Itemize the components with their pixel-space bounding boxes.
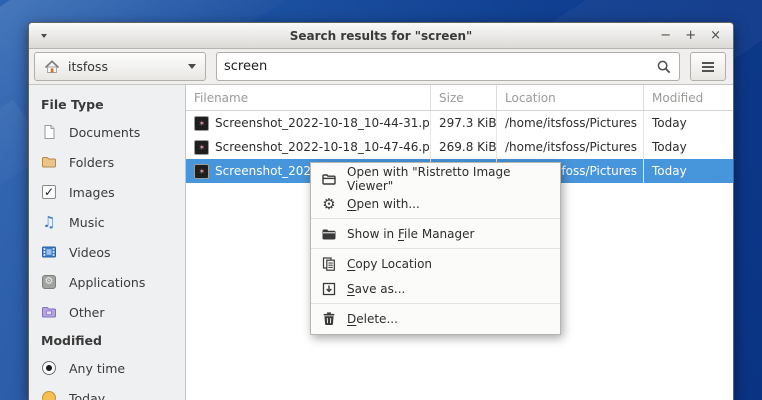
menu-item-label: Open with "Ristretto Image Viewer"	[347, 165, 550, 193]
folder-icon	[41, 154, 57, 170]
column-header-filename[interactable]: Filename	[186, 85, 431, 110]
window-title: Search results for "screen"	[29, 29, 733, 43]
desktop: Search results for "screen" − + × itsfos…	[0, 0, 762, 400]
menu-separator	[311, 218, 560, 219]
table-row[interactable]: Screenshot_2022-10-18_10-47-46.png 269.8…	[186, 135, 733, 159]
column-header-size[interactable]: Size	[431, 85, 497, 110]
menu-item-save-as[interactable]: Save as...	[311, 276, 560, 301]
sidebar-item-folders[interactable]: Folders	[29, 147, 185, 177]
sidebar-item-images[interactable]: ✓ Images	[29, 177, 185, 207]
close-button[interactable]: ×	[710, 29, 721, 42]
sidebar-item-label: Images	[69, 185, 115, 200]
folder-icon	[321, 226, 337, 242]
music-note-icon: ♫	[41, 214, 57, 230]
cell-filename: Screenshot_202	[215, 164, 311, 178]
document-icon	[41, 124, 57, 140]
titlebar[interactable]: Search results for "screen" − + ×	[29, 23, 733, 49]
minimize-button[interactable]: −	[660, 29, 671, 42]
image-thumbnail-icon	[194, 116, 209, 131]
checkbox-checked-icon: ✓	[41, 184, 57, 200]
cell-modified: Today	[644, 159, 733, 183]
filter-sidebar: File Type Documents	[29, 85, 186, 400]
folder-open-icon	[321, 171, 337, 187]
menu-item-label: Show in File Manager	[347, 227, 474, 241]
menu-item-label: Save as...	[347, 282, 405, 296]
image-thumbnail-icon	[194, 164, 209, 179]
sidebar-item-any-time[interactable]: Any time	[29, 353, 185, 383]
menu-item-open-with-ristretto[interactable]: Open with "Ristretto Image Viewer"	[311, 166, 560, 191]
home-icon	[44, 59, 60, 75]
sidebar-item-label: Today	[69, 391, 105, 400]
table-header-row: Filename Size Location Modified	[186, 85, 733, 111]
sidebar-item-label: Applications	[69, 275, 145, 290]
menu-item-label: Open with...	[347, 197, 420, 211]
film-icon	[41, 244, 57, 260]
cell-filename: Screenshot_2022-10-18_10-47-46.png	[215, 140, 431, 154]
location-dropdown[interactable]: itsfoss	[34, 52, 206, 81]
menu-item-open-with[interactable]: ⚙ Open with...	[311, 191, 560, 216]
search-input[interactable]	[224, 59, 656, 74]
cell-filename: Screenshot_2022-10-18_10-44-31.png	[215, 116, 431, 130]
image-thumbnail-icon	[194, 140, 209, 155]
maximize-button[interactable]: +	[685, 29, 696, 42]
gear-icon: ⚙	[321, 196, 337, 212]
sidebar-header-modified: Modified	[29, 327, 185, 353]
cell-size: 269.8 KiB	[431, 135, 497, 159]
sidebar-item-applications[interactable]: ⚙ Applications	[29, 267, 185, 297]
table-row[interactable]: Screenshot_2022-10-18_10-44-31.png 297.3…	[186, 111, 733, 135]
sidebar-item-label: Documents	[69, 125, 140, 140]
trash-icon	[321, 311, 337, 327]
column-header-modified[interactable]: Modified	[644, 85, 733, 110]
search-field[interactable]	[216, 52, 680, 81]
cell-location: /home/itsfoss/Pictures	[497, 135, 644, 159]
menu-separator	[311, 248, 560, 249]
sidebar-item-videos[interactable]: Videos	[29, 237, 185, 267]
menu-button[interactable]	[690, 52, 726, 81]
cell-location: /home/itsfoss/Pictures	[497, 111, 644, 135]
menu-item-label: Delete...	[347, 312, 398, 326]
context-menu: Open with "Ristretto Image Viewer" ⚙ Ope…	[310, 162, 561, 335]
sidebar-item-label: Other	[69, 305, 105, 320]
menu-item-delete[interactable]: Delete...	[311, 306, 560, 331]
cell-size: 297.3 KiB	[431, 111, 497, 135]
sidebar-item-documents[interactable]: Documents	[29, 117, 185, 147]
cell-modified: Today	[644, 135, 733, 159]
clock-icon	[41, 390, 57, 400]
copy-icon	[321, 256, 337, 272]
sidebar-header-file-type: File Type	[29, 91, 185, 117]
sidebar-item-label: Music	[69, 215, 105, 230]
sidebar-item-other[interactable]: Other	[29, 297, 185, 327]
applications-gear-icon: ⚙	[41, 274, 57, 290]
hamburger-icon	[700, 59, 716, 75]
chevron-down-icon	[188, 64, 196, 69]
menu-separator	[311, 303, 560, 304]
radio-selected-icon	[41, 360, 57, 376]
search-icon[interactable]	[656, 59, 672, 75]
window-menu-icon[interactable]	[41, 34, 47, 38]
menu-item-show-in-file-manager[interactable]: Show in File Manager	[311, 221, 560, 246]
sidebar-item-label: Any time	[69, 361, 125, 376]
toolbar: itsfoss	[29, 49, 733, 85]
other-folder-icon	[41, 304, 57, 320]
menu-item-copy-location[interactable]: Copy Location	[311, 251, 560, 276]
sidebar-item-label: Folders	[69, 155, 114, 170]
sidebar-item-label: Videos	[69, 245, 111, 260]
save-icon	[321, 281, 337, 297]
menu-item-label: Copy Location	[347, 257, 432, 271]
cell-modified: Today	[644, 111, 733, 135]
column-header-location[interactable]: Location	[497, 85, 644, 110]
sidebar-item-today[interactable]: Today	[29, 383, 185, 400]
sidebar-item-music[interactable]: ♫ Music	[29, 207, 185, 237]
location-label: itsfoss	[68, 59, 108, 74]
